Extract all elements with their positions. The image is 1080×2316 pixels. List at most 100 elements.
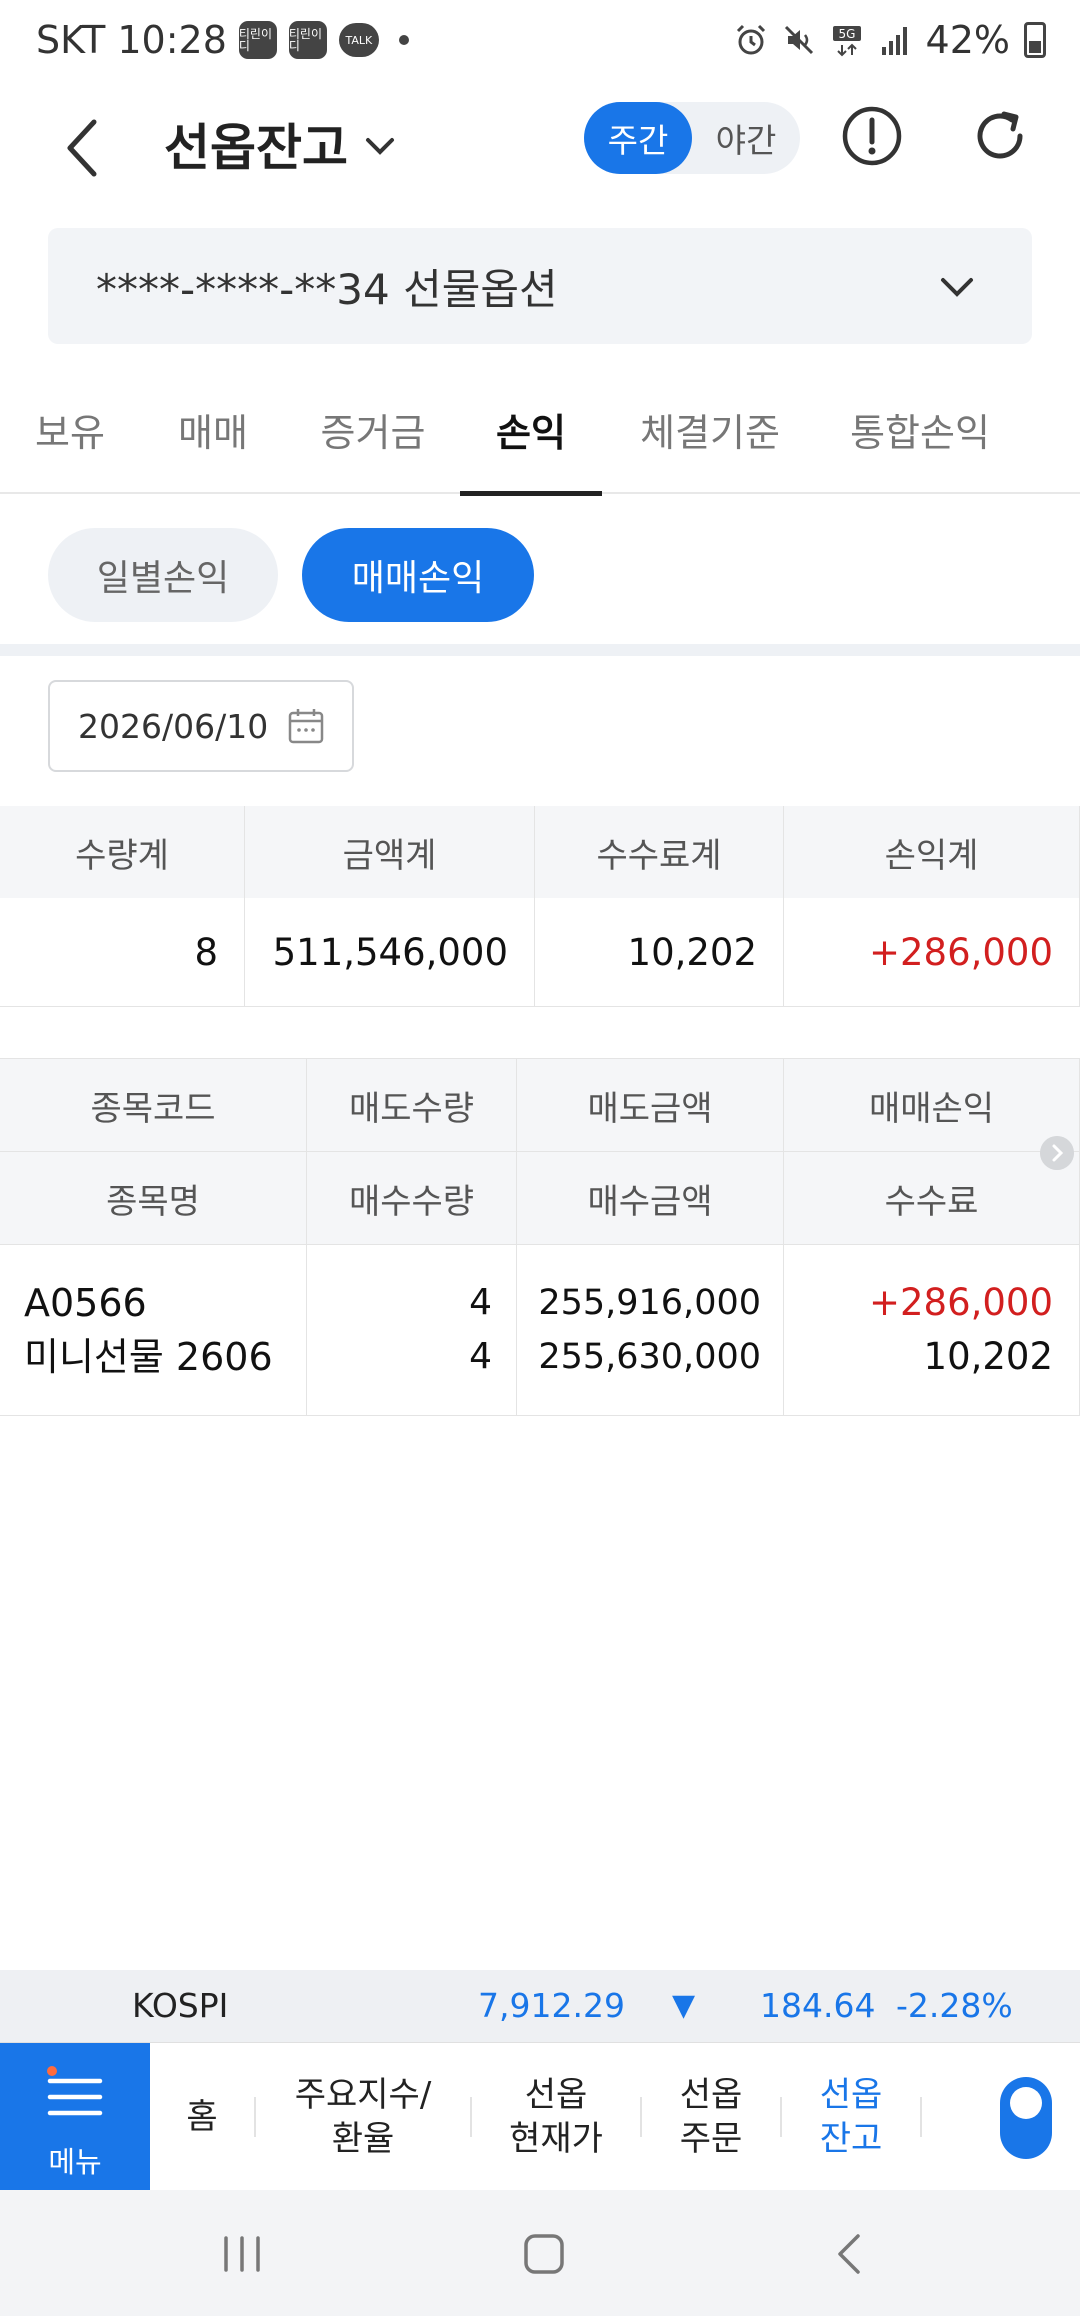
nav-separator [920, 2097, 922, 2137]
header-fee: 수수료 [784, 1152, 1080, 1244]
hamburger-icon [47, 2066, 103, 2116]
nav-futures-order[interactable]: 선옵 주문 [642, 2043, 780, 2191]
account-selector[interactable]: ****-****-**34 선물옵션 [48, 228, 1032, 344]
header-trade-pnl: 매매손익 [784, 1059, 1080, 1151]
row-divider [0, 1006, 1080, 1007]
detail-header-row-2: 종목명 매수수량 매수금액 수수료 [0, 1152, 1080, 1244]
trade-fee: 10,202 [923, 1335, 1053, 1378]
summary-table: 수량계 금액계 수수료계 손익계 8 511,546,000 10,202 +2… [0, 806, 1080, 1008]
total-amount-value: 511,546,000 [245, 898, 535, 1006]
tab-bar: 보유 매매 증거금 손익 체결기준 통합손익 [0, 380, 1080, 496]
bottom-nav: 메뉴 홈 주요지수/ 환율 선옵 현재가 선옵 주문 선옵 잔고 [0, 2042, 1080, 2191]
account-label: ****-****-**34 선물옵션 [96, 264, 558, 314]
day-session-button[interactable]: 주간 [584, 102, 692, 174]
item-code: A0566 [24, 1281, 147, 1325]
night-session-button[interactable]: 야간 [692, 102, 800, 174]
detail-header-row-1: 종목코드 매도수량 매도금액 매매손익 [0, 1059, 1080, 1151]
header-sell-amount: 매도금액 [517, 1059, 784, 1151]
nav-index-fx[interactable]: 주요지수/ 환율 [256, 2043, 470, 2191]
header-total-pnl: 손익계 [784, 806, 1080, 898]
refresh-icon[interactable] [966, 102, 1034, 170]
tab-total-pnl[interactable]: 통합손익 [820, 380, 1020, 494]
nav-futures-order-line1: 선옵 [679, 2075, 743, 2115]
tab-margin[interactable]: 증거금 [286, 380, 460, 494]
status-bar: SKT 10:28 티린이디 티린이디 TALK 5G 42% [0, 0, 1080, 80]
tab-holdings[interactable]: 보유 [0, 380, 140, 494]
header-item-name: 종목명 [0, 1152, 307, 1244]
header-total-qty: 수량계 [0, 806, 245, 898]
nav-futures-order-line2: 주문 [679, 2119, 743, 2159]
nav-futures-price[interactable]: 선옵 현재가 [472, 2043, 640, 2191]
nav-futures-price-line1: 선옵 [524, 2075, 588, 2115]
date-value: 2026/06/10 [78, 706, 269, 746]
nav-futures-balance[interactable]: 선옵 잔고 [782, 2043, 920, 2191]
ticker-name: KOSPI [132, 1986, 229, 2025]
app-notification-icon: 티린이디 [288, 21, 327, 59]
system-nav-bar [0, 2190, 1080, 2316]
chevron-down-icon[interactable] [360, 126, 400, 166]
subtab-group: 일별손익 매매손익 [0, 528, 1080, 628]
section-divider [0, 644, 1080, 656]
nav-futures-balance-line2: 잔고 [819, 2119, 883, 2159]
recent-apps-icon[interactable] [212, 2224, 272, 2284]
item-name: 미니선물 2606 [24, 1335, 273, 1379]
system-back-icon[interactable] [820, 2224, 880, 2284]
summary-value-row: 8 511,546,000 10,202 +286,000 [0, 898, 1080, 1006]
index-ticker[interactable]: KOSPI 7,912.29 ▼ 184.64 -2.28% [0, 1970, 1080, 2042]
floating-toggle-icon[interactable] [1000, 2077, 1052, 2159]
sell-qty: 4 [469, 1282, 492, 1323]
table-row[interactable]: A0566 미니선물 2606 4 4 255,916,000 255,630,… [0, 1245, 1080, 1415]
app-header: 선옵잔고 주간 야간 [0, 80, 1080, 230]
svg-text:5G: 5G [838, 27, 855, 41]
calendar-icon [288, 709, 324, 744]
tab-trades[interactable]: 매매 [140, 380, 286, 494]
tab-pnl-label: 손익 [496, 411, 566, 455]
battery-icon [1024, 22, 1046, 58]
header-sell-qty: 매도수량 [307, 1059, 517, 1151]
tab-execution-basis[interactable]: 체결기준 [620, 380, 800, 494]
ticker-value: 7,912.29 [478, 1986, 625, 2025]
signal-icon [881, 27, 907, 55]
more-notifications-dot [398, 35, 409, 45]
header-item-code: 종목코드 [0, 1059, 307, 1151]
nav-index-fx-line2: 환율 [331, 2119, 395, 2159]
nav-home[interactable]: 홈 [150, 2043, 254, 2191]
chevron-down-icon [941, 278, 973, 297]
qty-cell: 4 4 [307, 1245, 517, 1415]
nav-futures-price-line2: 현재가 [509, 2119, 603, 2159]
amount-cell: 255,916,000 255,630,000 [517, 1245, 784, 1415]
header-total-amount: 금액계 [245, 806, 535, 898]
carrier-time: SKT 10:28 [36, 18, 227, 62]
trade-pnl: +286,000 [868, 1281, 1053, 1324]
summary-header-row: 수량계 금액계 수수료계 손익계 [0, 806, 1080, 898]
total-pnl-value: +286,000 [784, 898, 1080, 1006]
trade-pnl-button[interactable]: 매매손익 [302, 528, 534, 622]
session-toggle: 주간 야간 [584, 102, 800, 174]
buy-qty: 4 [469, 1336, 492, 1377]
home-icon[interactable] [514, 2224, 574, 2284]
battery-percent: 42% [925, 18, 1010, 62]
header-buy-qty: 매수수량 [307, 1152, 517, 1244]
total-fee-value: 10,202 [535, 898, 784, 1006]
ticker-change: 184.64 [760, 1986, 876, 2025]
detail-table: 종목코드 매도수량 매도금액 매매손익 종목명 매수수량 매수금액 수수료 A0… [0, 1058, 1080, 1418]
date-picker[interactable]: 2026/06/10 [48, 680, 354, 772]
back-arrow-icon[interactable] [50, 108, 120, 188]
page-title[interactable]: 선옵잔고 [164, 108, 348, 188]
buy-amount: 255,630,000 [538, 1337, 761, 1377]
talk-notification-icon: TALK [338, 23, 379, 57]
item-cell: A0566 미니선물 2606 [0, 1245, 307, 1415]
total-qty-value: 8 [0, 898, 245, 1006]
daily-pnl-button[interactable]: 일별손익 [48, 528, 278, 622]
header-buy-amount: 매수금액 [517, 1152, 784, 1244]
alarm-icon [736, 24, 765, 55]
scroll-right-icon[interactable] [1040, 1136, 1074, 1170]
nav-index-fx-line1: 주요지수/ [294, 2075, 432, 2115]
row-divider [0, 1415, 1080, 1416]
info-icon[interactable] [840, 104, 904, 168]
active-tab-indicator [460, 491, 602, 496]
tab-pnl[interactable]: 손익 [460, 380, 602, 496]
menu-label: 메뉴 [48, 2145, 102, 2179]
down-arrow-icon: ▼ [672, 1988, 696, 2023]
menu-button[interactable]: 메뉴 [0, 2043, 150, 2191]
